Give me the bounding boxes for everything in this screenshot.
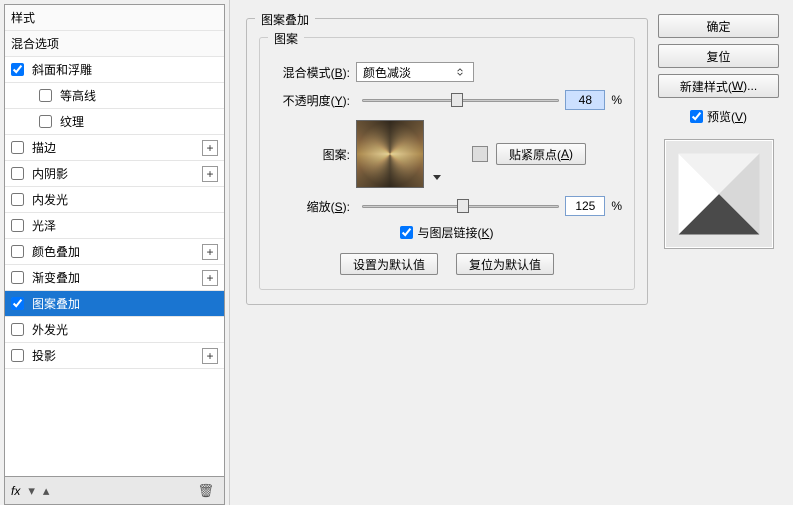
preview-label: 预览(V) bbox=[707, 108, 747, 125]
scale-label: 缩放(S): bbox=[272, 198, 350, 215]
group-title: 图案叠加 bbox=[255, 11, 315, 28]
style-inner-glow-check[interactable] bbox=[11, 193, 24, 206]
pattern-swatch[interactable] bbox=[356, 120, 424, 188]
styles-panel: 样式 混合选项 斜面和浮雕 等高线 纹理 描边 + bbox=[0, 0, 230, 505]
blend-options-label: 混合选项 bbox=[11, 35, 218, 52]
style-bevel[interactable]: 斜面和浮雕 bbox=[5, 57, 224, 83]
style-inner-shadow-label: 内阴影 bbox=[32, 165, 202, 182]
style-drop-shadow[interactable]: 投影 + bbox=[5, 343, 224, 369]
set-default-button[interactable]: 设置为默认值 bbox=[340, 253, 438, 275]
style-texture[interactable]: 纹理 bbox=[5, 109, 224, 135]
pattern-row: 图案: 贴紧原点(A) bbox=[272, 120, 622, 188]
styles-header[interactable]: 样式 bbox=[5, 5, 224, 31]
opacity-input[interactable]: 48 bbox=[565, 90, 605, 110]
chevron-updown-icon bbox=[453, 68, 467, 76]
snap-origin-button[interactable]: 贴紧原点(A) bbox=[496, 143, 586, 165]
style-satin-label: 光泽 bbox=[32, 217, 218, 234]
blend-mode-value: 颜色减淡 bbox=[363, 64, 411, 81]
style-pattern-overlay-label: 图案叠加 bbox=[32, 295, 218, 312]
reset-default-button[interactable]: 复位为默认值 bbox=[456, 253, 554, 275]
style-inner-glow[interactable]: 内发光 bbox=[5, 187, 224, 213]
default-buttons: 设置为默认值 复位为默认值 bbox=[272, 253, 622, 275]
style-bevel-label: 斜面和浮雕 bbox=[32, 61, 218, 78]
new-pattern-icon[interactable] bbox=[472, 146, 488, 162]
style-color-overlay-label: 颜色叠加 bbox=[32, 243, 202, 260]
scale-slider[interactable] bbox=[362, 197, 559, 215]
pattern-label: 图案: bbox=[272, 146, 350, 163]
add-gradient-overlay-icon[interactable]: + bbox=[202, 270, 218, 286]
style-gradient-overlay[interactable]: 渐变叠加 + bbox=[5, 265, 224, 291]
trash-icon[interactable]: 🗑 bbox=[197, 483, 214, 499]
style-outer-glow-check[interactable] bbox=[11, 323, 24, 336]
style-stroke-check[interactable] bbox=[11, 141, 24, 154]
right-panel: 确定 复位 新建样式(W)... 预览(V) bbox=[658, 0, 793, 505]
scale-unit: % bbox=[611, 199, 622, 213]
preview-checkbox[interactable] bbox=[690, 110, 703, 123]
layer-style-dialog: 样式 混合选项 斜面和浮雕 等高线 纹理 描边 + bbox=[0, 0, 793, 505]
style-satin-check[interactable] bbox=[11, 219, 24, 232]
style-satin[interactable]: 光泽 bbox=[5, 213, 224, 239]
style-inner-shadow-check[interactable] bbox=[11, 167, 24, 180]
pattern-group: 图案 混合模式(B): 颜色减淡 不透明度(Y): 48 % bbox=[259, 37, 635, 290]
style-drop-shadow-label: 投影 bbox=[32, 347, 202, 364]
add-stroke-icon[interactable]: + bbox=[202, 140, 218, 156]
style-color-overlay[interactable]: 颜色叠加 + bbox=[5, 239, 224, 265]
style-pattern-overlay[interactable]: 图案叠加 bbox=[5, 291, 224, 317]
settings-panel: 图案叠加 图案 混合模式(B): 颜色减淡 不透明度(Y): bbox=[230, 0, 658, 505]
styles-header-label: 样式 bbox=[11, 9, 218, 26]
fx-icon[interactable]: fx bbox=[11, 484, 20, 498]
style-outer-glow[interactable]: 外发光 bbox=[5, 317, 224, 343]
scale-row: 缩放(S): 125 % bbox=[272, 196, 622, 216]
preview-check-row: 预览(V) bbox=[658, 108, 779, 125]
blend-mode-label: 混合模式(B): bbox=[272, 64, 350, 81]
link-layer-checkbox[interactable] bbox=[400, 226, 413, 239]
add-color-overlay-icon[interactable]: + bbox=[202, 244, 218, 260]
blend-mode-select[interactable]: 颜色减淡 bbox=[356, 62, 474, 82]
ok-button[interactable]: 确定 bbox=[658, 14, 779, 38]
inner-title: 图案 bbox=[268, 30, 304, 47]
styles-list: 样式 混合选项 斜面和浮雕 等高线 纹理 描边 + bbox=[4, 4, 225, 477]
style-outer-glow-label: 外发光 bbox=[32, 321, 218, 338]
style-color-overlay-check[interactable] bbox=[11, 245, 24, 258]
toolbar-up-icon[interactable]: ▴ bbox=[43, 483, 50, 499]
style-contour-check[interactable] bbox=[39, 89, 52, 102]
style-inner-glow-label: 内发光 bbox=[32, 191, 218, 208]
scale-input[interactable]: 125 bbox=[565, 196, 605, 216]
opacity-slider[interactable] bbox=[362, 91, 559, 109]
style-drop-shadow-check[interactable] bbox=[11, 349, 24, 362]
style-pattern-overlay-check[interactable] bbox=[11, 297, 24, 310]
opacity-unit: % bbox=[611, 93, 622, 107]
link-row: 与图层链接(K) bbox=[272, 224, 622, 241]
opacity-row: 不透明度(Y): 48 % bbox=[272, 90, 622, 110]
style-gradient-overlay-check[interactable] bbox=[11, 271, 24, 284]
style-stroke-label: 描边 bbox=[32, 139, 202, 156]
new-style-button[interactable]: 新建样式(W)... bbox=[658, 74, 779, 98]
preview-thumbnail bbox=[664, 139, 774, 249]
style-contour-label: 等高线 bbox=[60, 87, 218, 104]
pattern-dropdown-icon[interactable] bbox=[432, 171, 442, 185]
styles-toolbar: fx ▾ ▴ 🗑 bbox=[4, 477, 225, 505]
blend-mode-row: 混合模式(B): 颜色减淡 bbox=[272, 62, 622, 82]
add-drop-shadow-icon[interactable]: + bbox=[202, 348, 218, 364]
add-inner-shadow-icon[interactable]: + bbox=[202, 166, 218, 182]
style-texture-label: 纹理 bbox=[60, 113, 218, 130]
style-bevel-check[interactable] bbox=[11, 63, 24, 76]
reset-button[interactable]: 复位 bbox=[658, 44, 779, 68]
style-gradient-overlay-label: 渐变叠加 bbox=[32, 269, 202, 286]
toolbar-down-icon[interactable]: ▾ bbox=[28, 483, 35, 499]
blend-options-header[interactable]: 混合选项 bbox=[5, 31, 224, 57]
style-contour[interactable]: 等高线 bbox=[5, 83, 224, 109]
style-inner-shadow[interactable]: 内阴影 + bbox=[5, 161, 224, 187]
style-stroke[interactable]: 描边 + bbox=[5, 135, 224, 161]
style-texture-check[interactable] bbox=[39, 115, 52, 128]
pattern-overlay-group: 图案叠加 图案 混合模式(B): 颜色减淡 不透明度(Y): bbox=[246, 18, 648, 305]
opacity-label: 不透明度(Y): bbox=[272, 92, 350, 109]
link-layer-checkbox-label[interactable]: 与图层链接(K) bbox=[400, 224, 493, 241]
